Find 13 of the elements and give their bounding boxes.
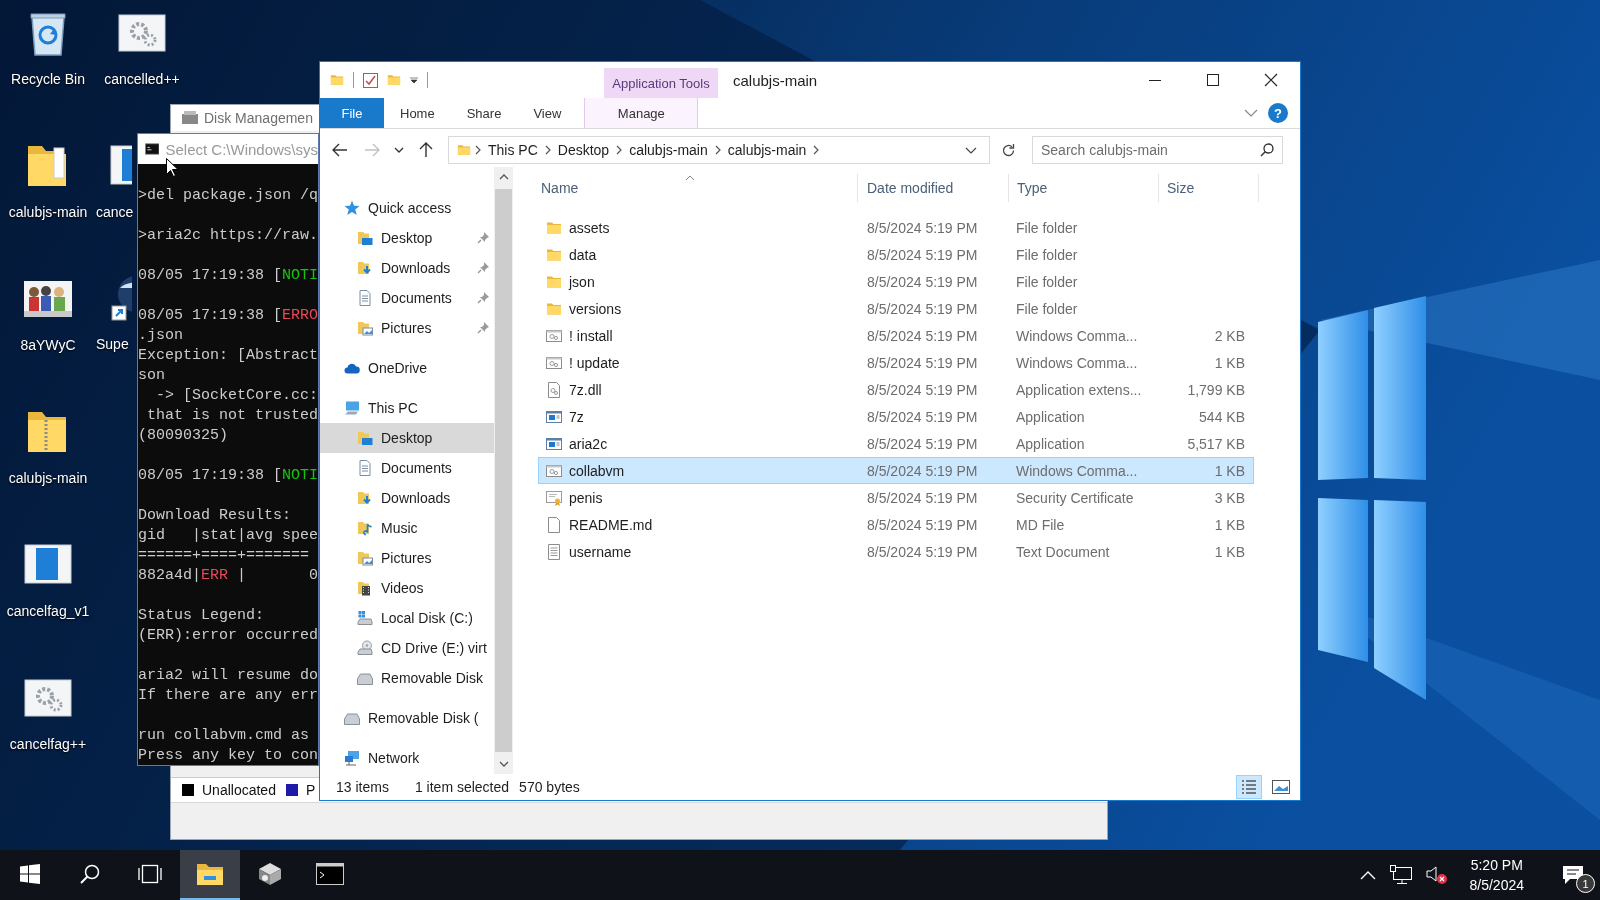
network-monitor-icon[interactable] xyxy=(1389,865,1412,885)
windows-logo-icon xyxy=(20,864,40,884)
notification-count: 1 xyxy=(1576,874,1595,893)
folder-icon xyxy=(196,862,224,886)
clock[interactable]: 5:20 PM 8/5/2024 xyxy=(1461,857,1532,893)
task-view-icon xyxy=(138,864,162,884)
chevron-up-icon[interactable] xyxy=(1359,870,1376,880)
drive-icon xyxy=(256,861,284,887)
console-icon xyxy=(316,863,344,885)
search-icon xyxy=(80,864,100,884)
explorer-button[interactable] xyxy=(180,850,240,900)
notifications-button[interactable]: 1 xyxy=(1546,850,1600,900)
muted-speaker-icon[interactable] xyxy=(1425,865,1448,885)
